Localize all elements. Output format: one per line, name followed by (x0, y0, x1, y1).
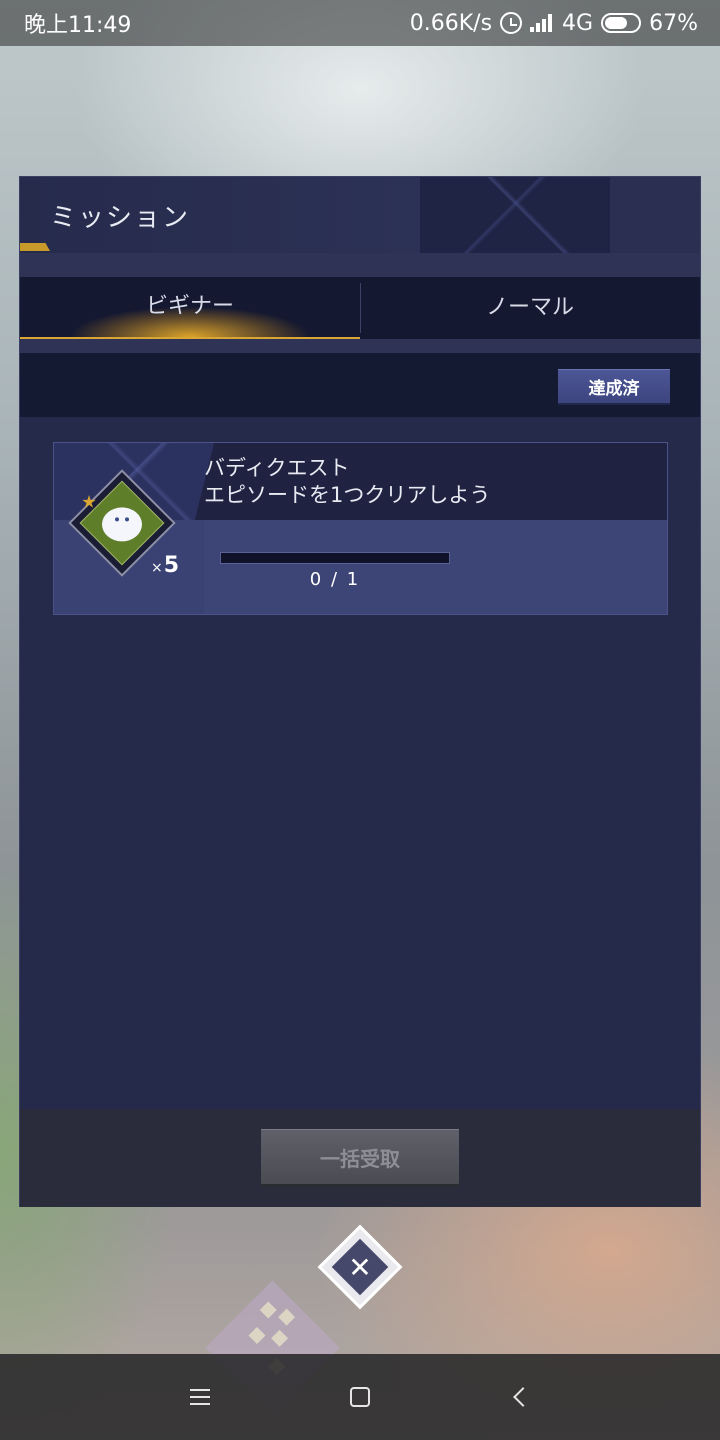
panel-footer: 一括受取 (20, 1109, 700, 1207)
mission-name: バディクエスト (204, 456, 350, 480)
reward-quantity-value: 5 (163, 553, 180, 578)
close-button[interactable]: ✕ (317, 1224, 403, 1310)
home-icon (350, 1387, 370, 1407)
mission-panel: ミッション ビギナー ノーマル 達成済 バディクエスト エピソードを1つクリアし… (19, 176, 701, 1207)
filter-row: 達成済 (20, 353, 700, 417)
network-speed: 0.66K/s (409, 10, 493, 36)
header-accent (20, 243, 50, 251)
claim-all-button[interactable]: 一括受取 (261, 1129, 459, 1187)
mission-progress-bar (220, 552, 450, 564)
reward-quantity: ×5 (151, 553, 179, 578)
back-icon (513, 1387, 533, 1407)
tab-normal[interactable]: ノーマル (360, 277, 700, 339)
status-icons: 0.66K/s 4G 67% (410, 11, 698, 36)
progress-text: 0 / 1 (309, 569, 361, 590)
network-type: 4G (562, 10, 594, 36)
battery-percent: 67% (649, 10, 698, 36)
nav-menu-button[interactable] (170, 1367, 230, 1427)
panel-title: ミッション (50, 203, 191, 233)
mission-description: エピソードを1つクリアしよう (204, 483, 491, 507)
character-icon (102, 504, 142, 544)
completed-button[interactable]: 達成済 (558, 369, 670, 405)
panel-header: ミッション (20, 177, 700, 253)
navigation-bar (0, 1354, 720, 1440)
close-icon: ✕ (348, 1250, 372, 1284)
reward-multiplier: × (151, 560, 163, 576)
mission-card: バディクエスト エピソードを1つクリアしよう ×5 0 / 1 (53, 442, 668, 615)
menu-icon (190, 1389, 210, 1405)
nav-home-button[interactable] (330, 1367, 390, 1427)
alarm-icon (500, 12, 523, 34)
nav-back-button[interactable] (490, 1367, 550, 1427)
tab-beginner-label: ビギナー (145, 294, 234, 319)
battery-icon (601, 13, 642, 33)
status-time: 晚上11:49 (24, 13, 132, 38)
status-bar: 晚上11:49 0.66K/s 4G 67% (0, 0, 720, 46)
tab-normal-label: ノーマル (485, 295, 574, 320)
tab-beginner[interactable]: ビギナー (20, 277, 360, 339)
tab-bar: ビギナー ノーマル (20, 277, 700, 339)
signal-icon (530, 14, 554, 32)
header-decoration (420, 177, 640, 253)
